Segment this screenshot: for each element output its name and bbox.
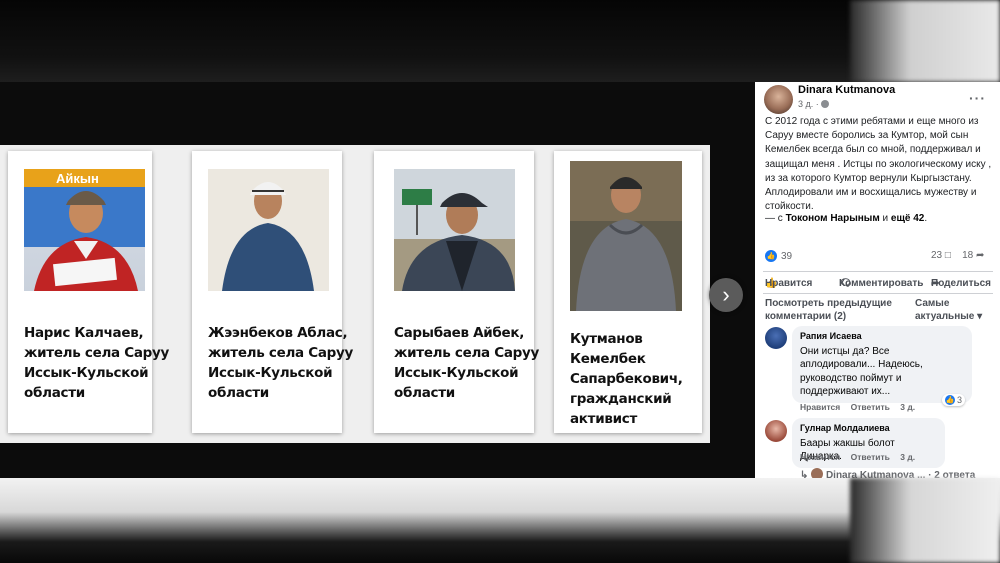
tagged-more-link[interactable]: ещё 42 bbox=[891, 213, 924, 224]
post-time-text: 3 д. · bbox=[798, 99, 819, 109]
globe-icon bbox=[820, 100, 829, 108]
share-count-icon: ➦ bbox=[975, 250, 985, 261]
comment-count-icon: □ bbox=[944, 250, 951, 261]
comment-reply-link[interactable]: Ответить bbox=[851, 402, 890, 412]
banner-text: Айкын bbox=[56, 171, 99, 186]
reaction-summary[interactable]: 👍 39 bbox=[765, 250, 792, 262]
post-time[interactable]: 3 д. · bbox=[798, 99, 829, 109]
shares-count[interactable]: 18 bbox=[962, 250, 973, 261]
comment-reactions[interactable]: 👍 3 bbox=[942, 394, 966, 406]
carousel-next-button[interactable]: › bbox=[709, 278, 743, 312]
blurred-background-top-right bbox=[850, 0, 1000, 82]
comment-actions: Нравится Ответить 3 д. bbox=[800, 402, 923, 412]
person-card: Сарыбаев Айбек, житель села Саруу Иссык-… bbox=[374, 151, 539, 433]
caret-down-icon: ▾ bbox=[977, 311, 983, 322]
commenter-name[interactable]: Рапия Исаева bbox=[800, 330, 964, 344]
tagged-end: . bbox=[924, 213, 928, 224]
person-photo bbox=[394, 169, 515, 291]
comment-like-link[interactable]: Нравится bbox=[800, 402, 840, 412]
share-button-label: Поделиться bbox=[931, 278, 992, 289]
view-previous-comments-link[interactable]: Посмотреть предыдущие комментарии (2) bbox=[765, 297, 905, 323]
comment-actions: Нравится Ответить 3 д. bbox=[800, 452, 923, 462]
commenter-avatar[interactable] bbox=[765, 420, 787, 442]
comment-button-label: Комментировать bbox=[839, 278, 924, 289]
person-card: Айкын Нарис Калчаев, житель села Саруу И… bbox=[8, 151, 169, 433]
commenter-name[interactable]: Гулнар Молдалиева bbox=[800, 422, 937, 436]
person-caption: Кутманов Кемелбек Сапарбекович, гражданс… bbox=[570, 331, 683, 427]
author-avatar[interactable] bbox=[764, 85, 793, 114]
more-options-icon[interactable]: ··· bbox=[969, 90, 986, 106]
person-photo bbox=[208, 169, 329, 291]
comment-time[interactable]: 3 д. bbox=[900, 402, 915, 412]
person-card: Жээнбеков Аблас, житель села Саруу Иссык… bbox=[192, 151, 353, 433]
likes-count: 39 bbox=[781, 250, 793, 262]
commenter-avatar[interactable] bbox=[765, 327, 787, 349]
post-text: С 2012 года с этими ребятами и еще много… bbox=[765, 116, 992, 213]
comments-count[interactable]: 23 bbox=[931, 250, 942, 261]
post-tagged: — с Токоном Нарыным и ещё 42. bbox=[765, 213, 997, 224]
person-caption: Сарыбаев Айбек, житель села Саруу Иссык-… bbox=[394, 325, 540, 401]
comment-text: Они истцы да? Все аплодировали... Надеюс… bbox=[800, 345, 923, 398]
person-photo: Айкын bbox=[24, 169, 145, 291]
person-card: Кутманов Кемелбек Сапарбекович, гражданс… bbox=[554, 151, 702, 433]
like-button-label: Нравится bbox=[765, 278, 813, 289]
comment-reply-link[interactable]: Ответить bbox=[851, 452, 890, 462]
comment-sort-label: Самые актуальные bbox=[915, 298, 975, 322]
facebook-post-panel: Dinara Kutmanova 3 д. · ··· С 2012 года … bbox=[755, 82, 1000, 480]
like-reaction-icon: 👍 bbox=[945, 395, 955, 405]
person-photo bbox=[570, 161, 682, 311]
divider bbox=[763, 293, 993, 294]
blurred-background-bottom-right bbox=[850, 478, 1000, 563]
tagged-prefix: — с bbox=[765, 213, 783, 224]
comment-like-link[interactable]: Нравится bbox=[800, 452, 840, 462]
photo-carousel: Айкын Нарис Калчаев, житель села Саруу И… bbox=[0, 145, 710, 443]
comment-reaction-count: 3 bbox=[957, 395, 963, 405]
person-caption: Нарис Калчаев, житель села Саруу Иссык-К… bbox=[24, 325, 170, 401]
chevron-right-icon: › bbox=[722, 282, 730, 307]
comment-time[interactable]: 3 д. bbox=[900, 452, 915, 462]
divider bbox=[763, 271, 993, 272]
tagged-name-link[interactable]: Токоном Нарыным bbox=[786, 213, 880, 224]
comment-sort-dropdown[interactable]: Самые актуальные ▾ bbox=[915, 297, 1000, 323]
comment-bubble: Рапия Исаева Они истцы да? Все аплодиров… bbox=[792, 326, 972, 403]
post-author[interactable]: Dinara Kutmanova bbox=[798, 84, 895, 96]
person-caption: Жээнбеков Аблас, житель села Саруу Иссык… bbox=[208, 325, 354, 401]
tagged-and: и bbox=[882, 213, 889, 224]
engagement-counts: 23 □ 18 ➦ bbox=[931, 250, 984, 261]
like-reaction-icon: 👍 bbox=[765, 250, 777, 262]
